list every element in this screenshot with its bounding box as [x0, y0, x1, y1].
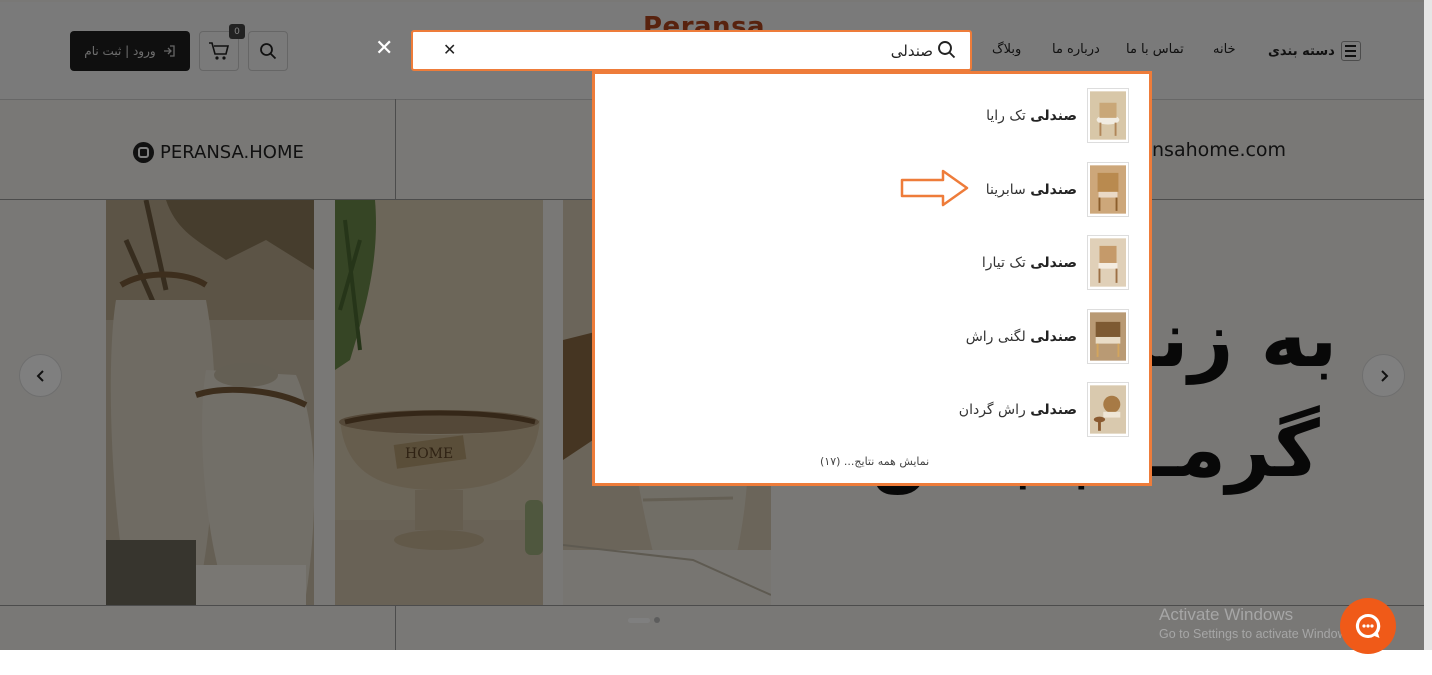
product-thumbnail [1087, 88, 1129, 143]
show-all-results-link[interactable]: نمایش همه نتایج... (۱۷) [820, 455, 929, 468]
search-result-item[interactable]: صندلی سابرینا [986, 162, 1129, 217]
search-result-item[interactable]: صندلی لگنی راش [966, 309, 1129, 364]
search-box: ✕ [411, 30, 972, 71]
product-thumbnail [1087, 235, 1129, 290]
chat-icon [1355, 613, 1381, 638]
clear-search-icon[interactable]: ✕ [443, 40, 456, 59]
windows-activation-watermark: Activate Windows Go to Settings to activ… [1159, 605, 1356, 641]
activate-subtitle: Go to Settings to activate Windows. [1159, 627, 1357, 641]
result-title: صندلی لگنی راش [965, 328, 1077, 345]
product-thumbnail [1087, 162, 1129, 217]
scrollbar[interactable] [1424, 0, 1432, 675]
search-result-item[interactable]: صندلی تک رایا [986, 88, 1129, 143]
product-thumbnail [1087, 309, 1129, 364]
chat-support-button[interactable] [1340, 598, 1396, 654]
highlight-arrow-icon [900, 169, 969, 207]
product-thumbnail [1087, 382, 1129, 437]
search-input[interactable] [473, 39, 933, 63]
result-title: صندلی تک رایا [986, 107, 1077, 124]
search-results-dropdown: صندلی تک رایا صندلی سابرینا صندلی تک تیا… [592, 71, 1152, 486]
search-result-item[interactable]: صندلی تک تیارا [982, 235, 1129, 290]
page-bottom [0, 650, 1432, 675]
result-title: صندلی سابرینا [985, 181, 1077, 198]
search-result-item[interactable]: صندلی راش گردان [959, 382, 1129, 437]
close-search-button[interactable]: ✕ [375, 36, 393, 61]
result-title: صندلی تک تیارا [981, 254, 1077, 271]
search-icon [938, 41, 956, 59]
activate-title: Activate Windows [1159, 605, 1294, 624]
result-title: صندلی راش گردان [958, 401, 1077, 418]
